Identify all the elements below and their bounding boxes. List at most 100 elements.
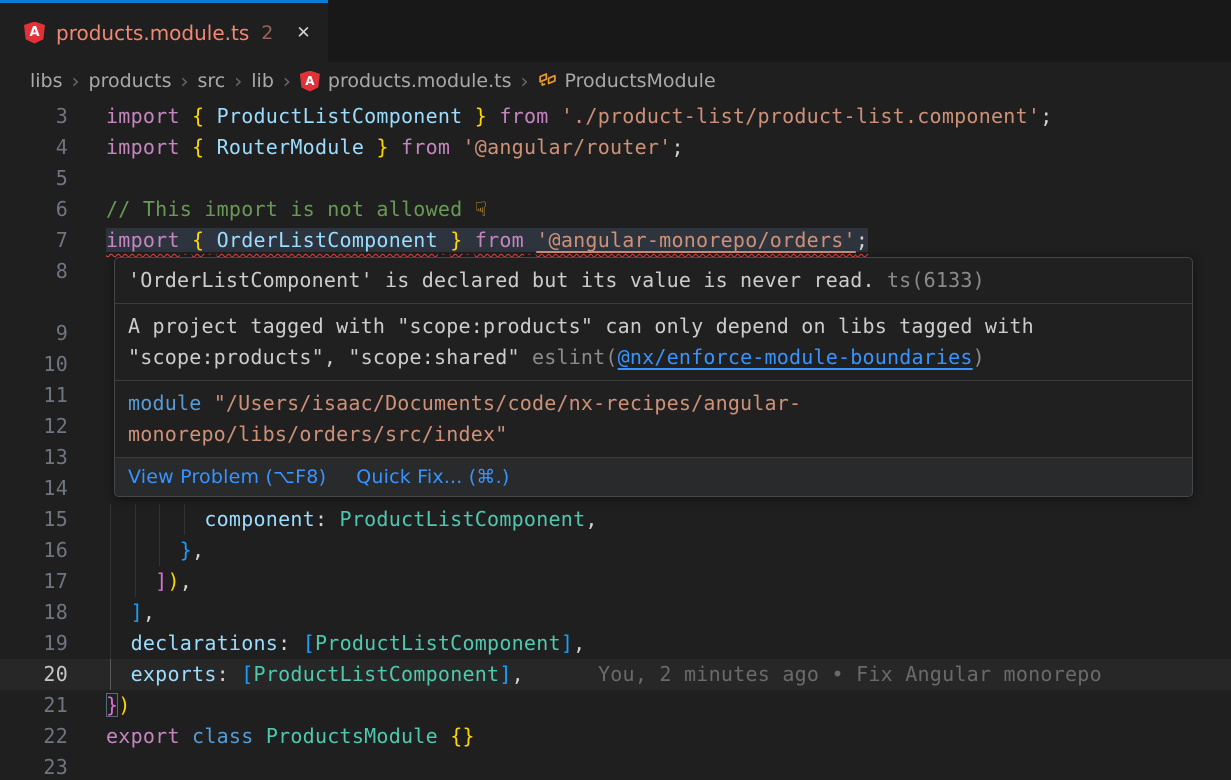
line-number: 4 — [0, 132, 106, 163]
code-segment: import — [106, 104, 180, 128]
line-number: 11 — [0, 380, 106, 411]
breadcrumb-label: src — [198, 70, 226, 92]
indent-guide — [110, 659, 111, 690]
breadcrumb-item-products-module-ts[interactable]: Aproducts.module.ts — [300, 70, 512, 92]
quick-fix-link[interactable]: Quick Fix... (⌘.) — [356, 462, 509, 492]
code-segment: [ — [241, 662, 253, 686]
line-number: 13 — [0, 442, 106, 473]
code-segment: import — [106, 135, 180, 159]
indent-guide — [135, 566, 136, 597]
indent-guide — [184, 504, 185, 535]
line-number: 8 — [0, 256, 106, 318]
breadcrumb: libs›products›src›lib›Aproducts.module.t… — [0, 62, 1231, 100]
code-line-16[interactable]: 16 }, — [0, 535, 1231, 566]
pointing-down-emoji: ☟ — [475, 197, 487, 221]
line-number: 3 — [0, 101, 106, 132]
code-segment: , — [143, 600, 155, 624]
code-segment — [204, 104, 216, 128]
code-line-3[interactable]: 3import { ProductListComponent } from '.… — [0, 101, 1231, 132]
code-segment: import — [106, 228, 180, 252]
code-line-20[interactable]: 20 exports: [ProductListComponent],You, … — [0, 659, 1231, 690]
code-segment: ] — [155, 569, 167, 593]
nx-rule-link[interactable]: @nx/enforce-module-boundaries — [618, 345, 973, 369]
code-segment: ) — [167, 569, 179, 593]
hover-text: "/Users/isaac/Documents/code/nx-recipes/… — [201, 391, 801, 415]
code-line-4[interactable]: 4import { RouterModule } from '@angular/… — [0, 132, 1231, 163]
code-line-23[interactable]: 23 — [0, 752, 1231, 780]
line-number: 15 — [0, 504, 106, 535]
code-text: component: ProductListComponent, — [106, 504, 1231, 535]
hover-text: monorepo/libs/orders/src/index" — [128, 422, 507, 446]
indent-guide — [110, 535, 111, 566]
code-line-18[interactable]: 18 ], — [0, 597, 1231, 628]
code-segment: RouterModule — [217, 135, 365, 159]
close-icon[interactable]: ✕ — [296, 23, 310, 43]
hover-text: ts(6133) — [875, 268, 985, 292]
line-number: 12 — [0, 411, 106, 442]
code-segment: component — [204, 507, 315, 531]
hover-text-row: monorepo/libs/orders/src/index" — [128, 419, 1179, 450]
code-segment: } — [180, 538, 192, 562]
code-segment — [254, 724, 266, 748]
code-text: import { ProductListComponent } from './… — [106, 101, 1231, 132]
code-line-17[interactable]: 17 ]), — [0, 566, 1231, 597]
code-segment: : — [278, 631, 303, 655]
breadcrumb-label: libs — [30, 70, 63, 92]
hover-text-row: A project tagged with "scope:products" c… — [128, 311, 1179, 342]
angular-icon: A — [300, 71, 320, 92]
code-segment: from — [499, 104, 548, 128]
code-text: }, — [106, 535, 1231, 566]
code-text: exports: [ProductListComponent],You, 2 m… — [106, 659, 1231, 690]
hover-text: eslint( — [532, 345, 618, 369]
chevron-right-icon: › — [72, 69, 80, 93]
indent-guide — [110, 566, 111, 597]
code-segment: ) — [118, 693, 130, 717]
code-segment: , — [512, 662, 524, 686]
code-line-7[interactable]: 7import { OrderListComponent } from '@an… — [0, 225, 1231, 256]
code-segment: declarations — [131, 631, 279, 655]
breadcrumb-label: lib — [251, 70, 274, 92]
code-line-22[interactable]: 22export class ProductsModule {} — [0, 721, 1231, 752]
code-segment: } — [106, 693, 118, 717]
code-segment: ProductListComponent — [254, 662, 500, 686]
code-segment: , — [585, 507, 597, 531]
hover-text: ) — [973, 345, 985, 369]
code-segment — [438, 228, 450, 252]
code-segment: './product-list/product-list.component' — [561, 104, 1040, 128]
code-segment: } — [376, 135, 388, 159]
code-line-19[interactable]: 19 declarations: [ProductListComponent], — [0, 628, 1231, 659]
code-line-15[interactable]: 15 component: ProductListComponent, — [0, 504, 1231, 535]
hover-message-ts: 'OrderListComponent' is declared but its… — [115, 258, 1192, 303]
indent-guide — [159, 504, 160, 535]
chevron-right-icon: › — [181, 69, 189, 93]
line-number: 16 — [0, 535, 106, 566]
code-segment: '@angular/router' — [463, 135, 672, 159]
class-symbol-icon — [538, 69, 557, 93]
breadcrumb-item-products[interactable]: products — [89, 70, 172, 92]
code-segment: ; — [856, 228, 868, 252]
breadcrumb-label: products — [89, 70, 172, 92]
code-segment: [ — [303, 631, 315, 655]
code-line-6[interactable]: 6// This import is not allowed ☟ — [0, 194, 1231, 225]
code-segment — [106, 507, 204, 531]
line-number: 20 — [0, 659, 106, 690]
view-problem-link[interactable]: View Problem (⌥F8) — [128, 462, 326, 492]
breadcrumb-item-lib[interactable]: lib — [251, 70, 274, 92]
breadcrumb-item-src[interactable]: src — [198, 70, 226, 92]
hover-message-module: module "/Users/isaac/Documents/code/nx-r… — [115, 380, 1192, 457]
code-segment — [204, 228, 216, 252]
code-line-21[interactable]: 21}) — [0, 690, 1231, 721]
code-text: // This import is not allowed ☟ — [106, 194, 1231, 225]
chevron-right-icon: › — [283, 69, 291, 93]
code-segment — [180, 135, 192, 159]
breadcrumb-item-libs[interactable]: libs — [30, 70, 63, 92]
line-number: 7 — [0, 225, 106, 256]
breadcrumb-item-productsmodule[interactable]: ProductsModule — [538, 69, 716, 93]
code-segment: , — [180, 569, 192, 593]
code-segment — [106, 569, 155, 593]
angular-icon: A — [24, 22, 45, 44]
code-line-5[interactable]: 5 — [0, 163, 1231, 194]
code-segment — [438, 724, 450, 748]
hover-text: A project tagged with "scope:products" c… — [128, 314, 1034, 338]
tab-products-module[interactable]: A products.module.ts 2 ✕ — [0, 0, 328, 62]
